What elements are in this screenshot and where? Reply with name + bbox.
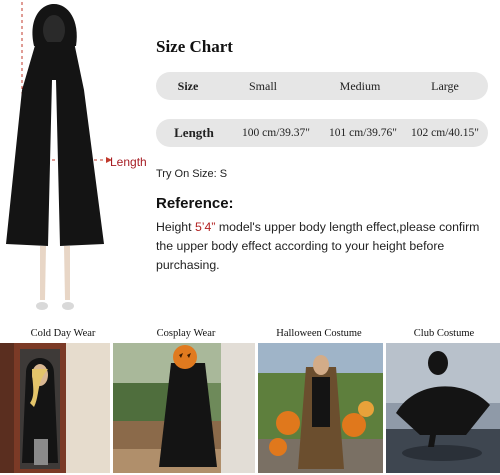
length-row: Length 100 cm/39.37" 101 cm/39.76" 102 c…: [156, 119, 488, 147]
size-header-medium: Medium: [339, 79, 381, 93]
try-on-size: Try On Size: S: [156, 168, 228, 180]
length-large: 102 cm/40.15": [411, 127, 479, 139]
photo-caption-halloween: Halloween Costume: [276, 328, 362, 339]
photo-cosplay: [113, 343, 255, 473]
photo-caption-cosplay: Cosplay Wear: [156, 328, 216, 339]
photo-caption-club: Club Costume: [413, 328, 475, 339]
photo-caption-cold-day: Cold Day Wear: [30, 328, 96, 339]
size-chart-title: Size Chart: [156, 37, 233, 56]
reference-text-before: Height: [156, 220, 195, 234]
reference-height: 5’4”: [194, 220, 216, 234]
reference-text: Height 5’4” model's upper body length ef…: [156, 218, 492, 275]
length-small: 100 cm/39.37": [242, 127, 310, 139]
photo-halloween: [258, 343, 383, 473]
size-header-row: Size Small Medium Large: [156, 72, 488, 100]
size-header-small: Small: [248, 79, 277, 93]
reference-title: Reference:: [156, 195, 234, 212]
photo-club: [386, 343, 500, 473]
length-label: Length: [110, 155, 147, 169]
photo-cold-day: [0, 343, 110, 473]
size-header-large: Large: [431, 79, 459, 93]
size-header-label: Size: [177, 79, 199, 93]
length-medium: 101 cm/39.76": [329, 127, 397, 139]
length-row-label: Length: [174, 125, 214, 140]
cloak-body: [6, 42, 104, 246]
